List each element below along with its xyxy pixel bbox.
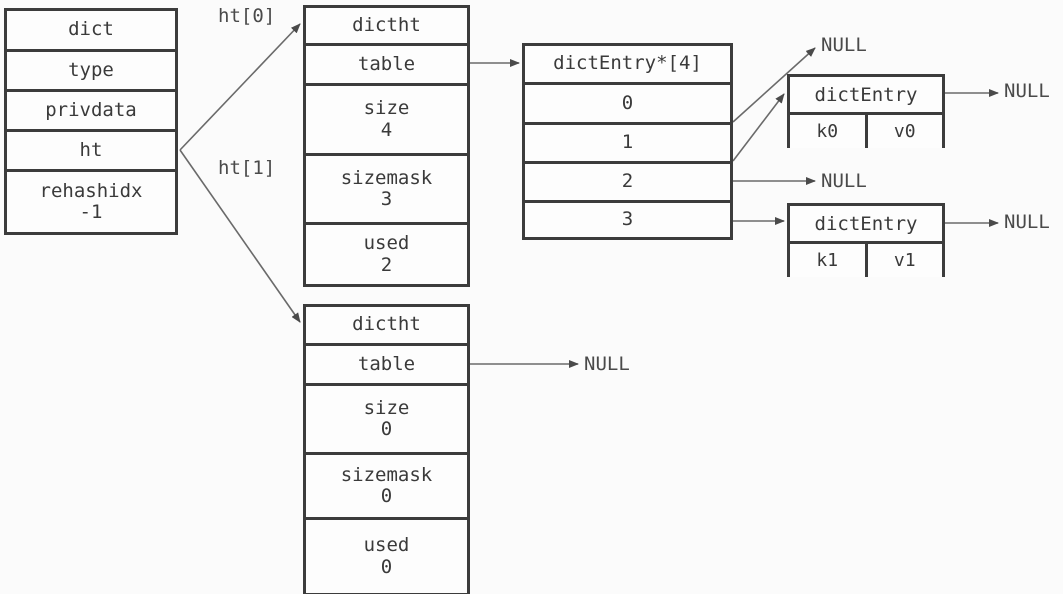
bucket-row-1: 1 (525, 125, 730, 164)
dict-entry-0-title: dictEntry (814, 83, 918, 106)
dict-entry-1-kv-row: k1 v1 (790, 244, 942, 277)
dictht0-field-size-value: 4 (380, 118, 393, 141)
dictht1-field-used-name: used (363, 534, 410, 557)
dictht0-field-sizemask-value: 3 (380, 188, 393, 210)
dictht0-field-sizemask-name: sizemask (340, 166, 433, 189)
dict-entry-0-box: dictEntry k0 v0 (787, 74, 945, 148)
dictht0-field-sizemask: sizemask 3 (306, 156, 467, 225)
dictht1-field-table: table (306, 346, 467, 386)
dictht1-field-sizemask: sizemask 0 (306, 455, 467, 520)
dictht0-title: dictht (352, 13, 421, 36)
dictht0-field-used: used 2 (306, 225, 467, 284)
null-label-entry1-next: NULL (1004, 211, 1050, 233)
dictht1-field-sizemask-value: 0 (380, 485, 393, 507)
dict-entry-0-title-row: dictEntry (790, 77, 942, 115)
dict-entry-0-kv-row: k0 v0 (790, 115, 942, 148)
dictht0-field-used-value: 2 (380, 253, 393, 276)
dict-entry-1-box: dictEntry k1 v1 (787, 203, 945, 277)
null-label-entry0-next: NULL (1004, 80, 1050, 102)
dict-title: dict (68, 18, 114, 41)
label-ht1: ht[1] (218, 157, 276, 179)
dict-entry-1-title: dictEntry (814, 212, 918, 235)
dict-field-ht: ht (7, 132, 175, 172)
bucket-row-3: 3 (525, 203, 730, 237)
dictht1-title-row: dictht (306, 307, 467, 346)
dict-field-privdata-name: privdata (45, 98, 137, 121)
dict-field-privdata: privdata (7, 92, 175, 132)
dictht1-box: dictht table size 0 sizemask 0 used 0 (303, 304, 470, 594)
null-label-bucket0: NULL (821, 34, 867, 56)
bucket-index-2: 2 (621, 170, 634, 193)
dictht1-title: dictht (352, 313, 421, 336)
dictht0-box: dictht table size 4 sizemask 3 used 2 (303, 5, 470, 287)
dictht0-field-size-name: size (363, 97, 410, 120)
dictht1-field-used-value: 0 (380, 555, 393, 578)
arrow-ht0 (179, 23, 301, 151)
bucket-index-3: 3 (621, 208, 634, 231)
dictht1-field-size-name: size (363, 396, 410, 419)
dict-entry-0-key: k0 (790, 115, 868, 148)
dict-title-row: dict (7, 11, 175, 52)
dictht1-field-size: size 0 (306, 386, 467, 455)
null-label-dictht1-table: NULL (584, 353, 630, 375)
dictht1-field-sizemask-name: sizemask (340, 463, 433, 486)
dict-entry-1-value: v1 (867, 244, 942, 277)
dict-entry-0-value: v0 (867, 115, 942, 148)
dict-field-type: type (7, 52, 175, 92)
bucket-row-2: 2 (525, 164, 730, 203)
bucket-index-0: 0 (621, 91, 634, 114)
dictht0-field-table: table (306, 46, 467, 86)
dict-field-rehashidx: rehashidx -1 (7, 172, 175, 232)
dict-field-rehashidx-name: rehashidx (39, 179, 143, 202)
diagram-canvas: dict type privdata ht rehashidx -1 ht[0]… (0, 0, 1063, 594)
dict-field-type-name: type (68, 58, 114, 81)
dictht1-field-size-value: 0 (380, 418, 393, 440)
null-label-bucket2: NULL (821, 170, 867, 192)
dictht0-field-used-name: used (363, 232, 410, 255)
dict-entry-1-key: k1 (790, 244, 868, 277)
dict-struct-box: dict type privdata ht rehashidx -1 (4, 8, 178, 235)
dictht1-field-table-name: table (357, 352, 416, 375)
dict-field-ht-name: ht (79, 138, 103, 161)
dict-field-rehashidx-value: -1 (79, 201, 103, 223)
dictht0-title-row: dictht (306, 8, 467, 46)
dictht0-field-table-name: table (357, 52, 416, 75)
bucket-array-title-row: dictEntry*[4] (525, 46, 730, 85)
bucket-array-box: dictEntry*[4] 0 1 2 3 (522, 43, 733, 240)
dictht1-field-used: used 0 (306, 520, 467, 593)
bucket-row-0: 0 (525, 85, 730, 125)
bucket-array-title: dictEntry*[4] (553, 52, 702, 75)
dict-entry-1-title-row: dictEntry (790, 206, 942, 244)
arrow-bucket1-entry0 (732, 93, 785, 162)
label-ht0: ht[0] (218, 5, 276, 27)
bucket-index-1: 1 (621, 131, 634, 154)
dictht0-field-size: size 4 (306, 86, 467, 156)
